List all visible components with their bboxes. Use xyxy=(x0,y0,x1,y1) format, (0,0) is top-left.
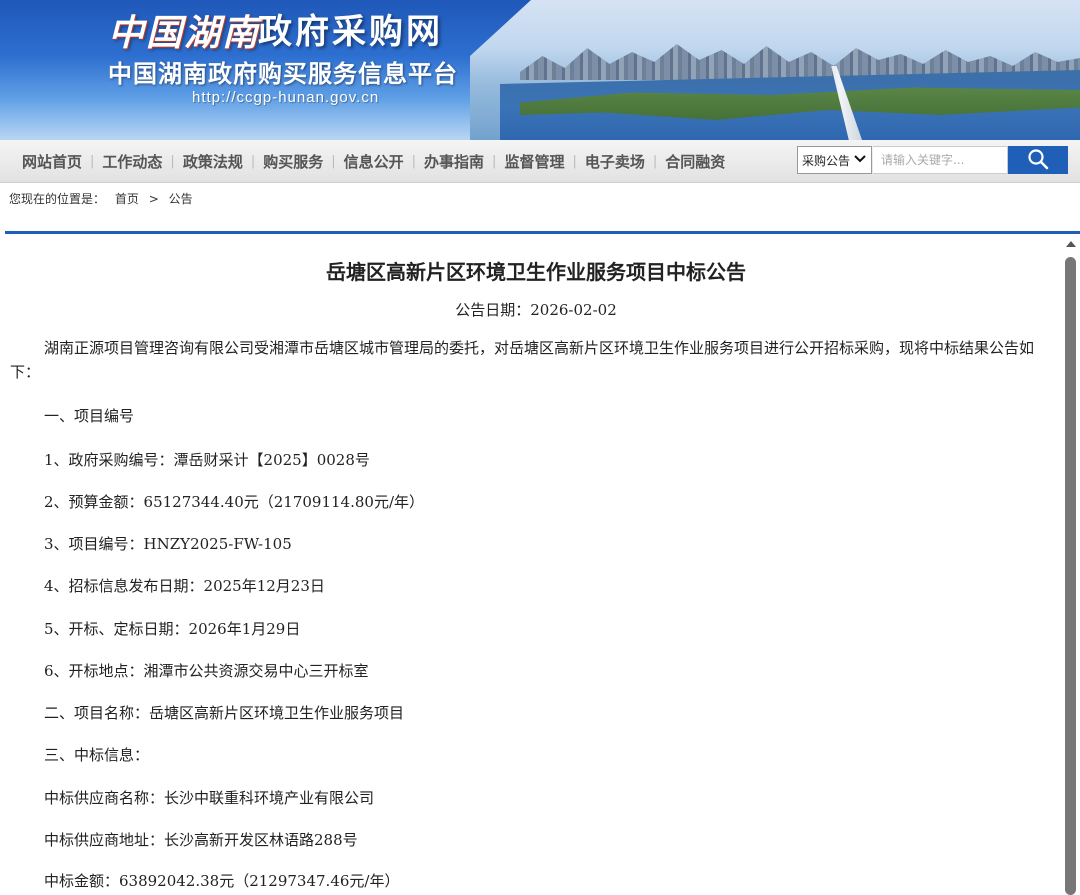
nav-item-e-mall[interactable]: 电子卖场 xyxy=(577,151,653,172)
line-budget: 2、预算金额：65127344.40元（21709114.80元/年） xyxy=(44,493,425,511)
breadcrumb: 您现在的位置是： 首页 > 公告 xyxy=(9,190,199,207)
nav-item-policy[interactable]: 政策法规 xyxy=(175,151,251,172)
nav-item-guide[interactable]: 办事指南 xyxy=(416,151,492,172)
chevron-down-icon xyxy=(854,153,866,167)
line-procurement-number: 1、政府采购编号：潭岳财采计【2025】0028号 xyxy=(44,451,370,469)
search-category-select[interactable]: 采购公告 xyxy=(797,146,872,174)
search-button[interactable] xyxy=(1008,146,1068,174)
scroll-up-arrow-icon[interactable] xyxy=(1066,241,1076,247)
breadcrumb-separator: > xyxy=(148,192,159,206)
site-name: 政府采购网 xyxy=(258,13,443,51)
line-publish-date: 4、招标信息发布日期：2025年12月23日 xyxy=(44,577,325,595)
section-heading-project-name: 二、项目名称：岳塘区高新片区环境卫生作业服务项目 xyxy=(44,704,405,722)
scrollbar-thumb[interactable] xyxy=(1065,257,1076,895)
line-bid-opening-date: 5、开标、定标日期：2026年1月29日 xyxy=(44,620,301,638)
nav-item-purchase-service[interactable]: 购买服务 xyxy=(255,151,331,172)
search-input[interactable] xyxy=(873,146,1008,174)
line-bid-location: 6、开标地点：湘潭市公共资源交易中心三开标室 xyxy=(44,662,369,680)
line-project-code: 3、项目编号：HNZY2025-FW-105 xyxy=(44,535,292,553)
breadcrumb-home-link[interactable]: 首页 xyxy=(115,192,139,206)
nav-item-contract-finance[interactable]: 合同融资 xyxy=(657,151,733,172)
logo-script-text: 中国湖南 xyxy=(108,12,261,54)
nav-item-info-disclosure[interactable]: 信息公开 xyxy=(336,151,412,172)
breadcrumb-prefix: 您现在的位置是： xyxy=(9,192,106,206)
section-heading-winning-info: 三、中标信息： xyxy=(44,746,150,764)
section-heading-project-number: 一、项目编号 xyxy=(44,407,135,425)
line-supplier-address: 中标供应商地址：长沙高新开发区林语路288号 xyxy=(44,831,358,849)
nav-list: 网站首页 | 工作动态 | 政策法规 | 购买服务 | 信息公开 | 办事指南 | 监督管理… xyxy=(14,140,733,182)
nav-item-supervision[interactable]: 监督管理 xyxy=(496,151,572,172)
article-title: 岳塘区高新片区环境卫生作业服务项目中标公告 xyxy=(326,260,746,284)
nav-item-news[interactable]: 工作动态 xyxy=(94,151,170,172)
breadcrumb-current[interactable]: 公告 xyxy=(169,192,193,206)
search-category-value: 采购公告 xyxy=(802,153,851,168)
line-winning-amount: 中标金额：63892042.38元（21297347.46元/年） xyxy=(44,872,400,890)
site-url: http://ccgp-hunan.gov.cn xyxy=(192,89,380,106)
platform-name: 中国湖南政府购买服务信息平台 xyxy=(108,61,458,88)
article-date: 公告日期：2026-02-02 xyxy=(455,301,617,319)
header-banner: 中国湖南 政府采购网 中国湖南政府购买服务信息平台 http://ccgp-hu… xyxy=(0,0,1080,140)
article-content: 岳塘区高新片区环境卫生作业服务项目中标公告 公告日期：2026-02-02 湖南… xyxy=(10,234,1062,895)
search-icon xyxy=(1027,148,1049,173)
line-supplier-name: 中标供应商名称：长沙中联重科环境产业有限公司 xyxy=(44,789,375,807)
article-intro: 湖南正源项目管理咨询有限公司受湘潭市岳塘区城市管理局的委托，对岳塘区高新片区环境… xyxy=(10,339,1035,381)
nav-item-home[interactable]: 网站首页 xyxy=(14,151,90,172)
